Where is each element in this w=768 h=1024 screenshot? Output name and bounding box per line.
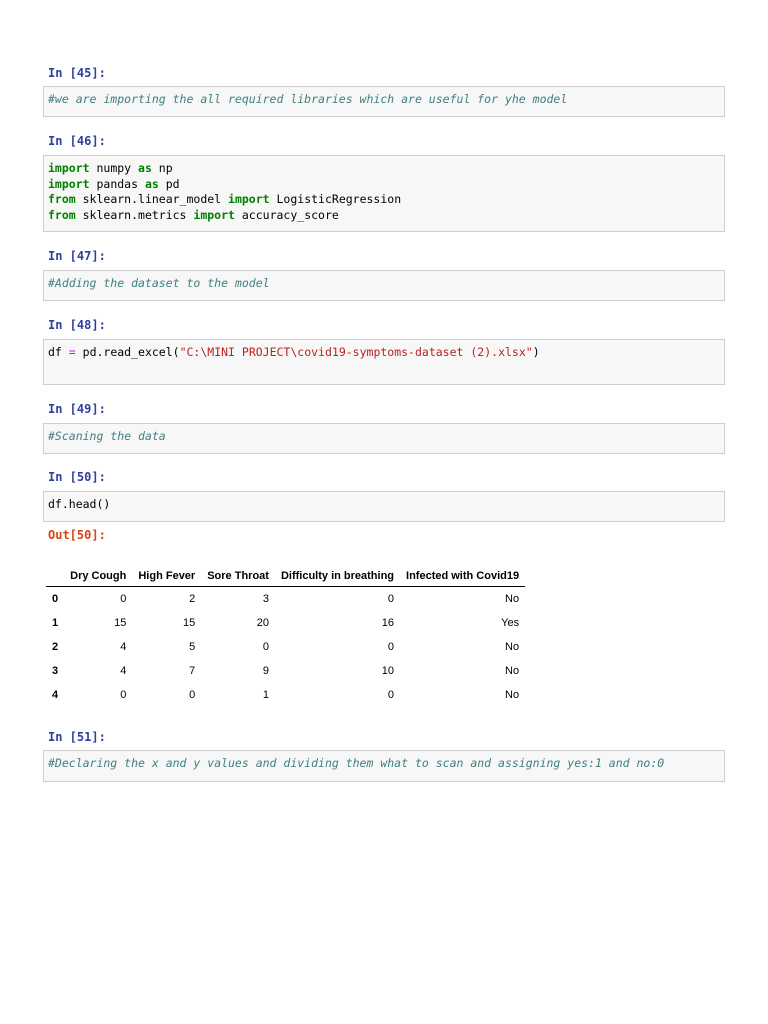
- table-cell: 0: [262, 641, 269, 653]
- code-line: #we are importing the all required libra…: [48, 92, 720, 108]
- code-keyword: import: [193, 207, 235, 222]
- table-cell: 4: [120, 665, 127, 677]
- row-index: 0: [52, 593, 59, 605]
- code-line: #Adding the dataset to the model: [48, 276, 720, 292]
- table-cell: 3: [262, 593, 269, 605]
- prompt-in-48: In [48]:: [48, 318, 106, 332]
- table-cell: No: [505, 689, 520, 701]
- table-cell: 0: [189, 689, 196, 701]
- table-cell: 1: [262, 689, 269, 701]
- code-comment: #Adding the dataset to the model: [48, 276, 270, 290]
- table-cell: 4: [120, 641, 127, 653]
- table-cell: 20: [256, 617, 269, 629]
- code-line: #Scaning the data: [48, 429, 720, 445]
- code-line: from sklearn.linear_model import Logisti…: [48, 192, 720, 208]
- prompt-in-51: In [51]:: [48, 730, 106, 744]
- column-header: High Fever: [132, 566, 202, 587]
- prompt-in-46: In [46]:: [48, 134, 106, 148]
- code-cell-47[interactable]: #Adding the dataset to the model: [43, 270, 725, 301]
- column-header: Dry Cough: [64, 566, 133, 587]
- table-row: 1 15 15 20 16 Yes: [46, 611, 525, 635]
- table-cell: Yes: [501, 617, 520, 629]
- prompt-in-50: In [50]:: [48, 470, 106, 484]
- code-text: sklearn.metrics: [75, 207, 194, 222]
- code-text: numpy: [89, 161, 139, 175]
- row-index: 2: [52, 641, 59, 653]
- code-text: LogisticRegression: [269, 192, 402, 206]
- code-cell-45[interactable]: #we are importing the all required libra…: [43, 86, 725, 117]
- code-keyword: from: [48, 207, 76, 222]
- code-text: ): [532, 345, 540, 359]
- code-cell-51[interactable]: #Declaring the x and y values and dividi…: [43, 750, 725, 782]
- code-text: df: [48, 345, 69, 359]
- code-keyword: import: [48, 161, 90, 175]
- code-comment: #Declaring the x and y values and dividi…: [48, 756, 665, 770]
- code-comment: #we are importing the all required libra…: [48, 92, 568, 106]
- prompt-in-45: In [45]:: [48, 66, 106, 80]
- table-row: 3 4 7 9 10 No: [46, 659, 525, 683]
- table-cell: 5: [189, 641, 196, 653]
- code-line: [48, 361, 720, 377]
- row-index: 3: [52, 665, 59, 677]
- column-header: [46, 566, 65, 587]
- code-line: #Declaring the x and y values and dividi…: [48, 756, 720, 772]
- row-index: 1: [52, 617, 59, 629]
- table-cell: 0: [120, 689, 127, 701]
- code-text: accuracy_score: [234, 207, 339, 222]
- table-cell: No: [505, 641, 520, 653]
- code-keyword: import: [228, 192, 270, 206]
- code-text: df.head(): [48, 497, 111, 511]
- code-text: np: [151, 161, 173, 175]
- table-cell: No: [505, 593, 520, 605]
- column-header: Sore Throat: [201, 566, 275, 587]
- code-text: pd: [158, 176, 180, 191]
- code-cell-46[interactable]: import numpy as np import pandas as pd fro…: [43, 155, 725, 232]
- column-header: Difficulty in breathing: [274, 566, 401, 587]
- code-text: pandas: [89, 176, 145, 191]
- table-cell: 9: [262, 665, 269, 677]
- code-line: import pandas as pd: [48, 177, 720, 193]
- table-cell: 10: [381, 665, 395, 677]
- table-row: 4 0 0 1 0 No: [46, 683, 525, 707]
- code-line: import numpy as np: [48, 161, 720, 177]
- table-cell: 0: [120, 593, 127, 605]
- table-cell: 15: [114, 617, 127, 629]
- table-cell: 7: [189, 665, 196, 677]
- table-cell: No: [505, 665, 520, 677]
- code-keyword: as: [144, 176, 159, 191]
- code-operator: =: [68, 345, 76, 359]
- code-cell-48[interactable]: df = pd.read_excel("C:\MINI PROJECT\covi…: [43, 339, 725, 385]
- code-text: pd.read_excel(: [75, 345, 180, 359]
- column-header: Infected with Covid19: [400, 566, 526, 587]
- code-line: df = pd.read_excel("C:\MINI PROJECT\covi…: [48, 345, 720, 361]
- prompt-out-50: Out[50]:: [48, 528, 106, 542]
- table-cell: 15: [182, 617, 196, 629]
- table-row: 2 4 5 0 0 No: [46, 635, 525, 659]
- code-keyword: import: [48, 176, 90, 191]
- table-header-row: Dry Cough High Fever Sore Throat Difficulty…: [46, 566, 526, 587]
- dataframe-output: Dry Cough High Fever Sore Throat Difficulty…: [46, 566, 526, 707]
- code-keyword: from: [48, 192, 76, 206]
- row-index: 4: [52, 689, 59, 701]
- code-cell-49[interactable]: #Scaning the data: [43, 423, 725, 454]
- code-line: df.head(): [48, 497, 720, 513]
- table-cell: 0: [387, 689, 395, 701]
- prompt-in-49: In [49]:: [48, 402, 106, 416]
- code-text: sklearn.linear_model: [75, 192, 229, 206]
- code-cell-50[interactable]: df.head(): [43, 491, 725, 522]
- code-string: "C:\MINI PROJECT\covid19-symptoms-datase…: [179, 345, 533, 359]
- code-keyword: as: [138, 161, 152, 175]
- prompt-in-47: In [47]:: [48, 249, 106, 263]
- table-cell: 2: [189, 593, 196, 605]
- table-cell: 0: [387, 593, 395, 605]
- table-row: 0 0 2 3 0 No: [46, 587, 525, 612]
- code-line: from sklearn.metrics import accuracy_sco…: [48, 208, 720, 224]
- code-comment: #Scaning the data: [48, 429, 166, 443]
- table-cell: 16: [381, 617, 395, 629]
- table-cell: 0: [387, 641, 395, 653]
